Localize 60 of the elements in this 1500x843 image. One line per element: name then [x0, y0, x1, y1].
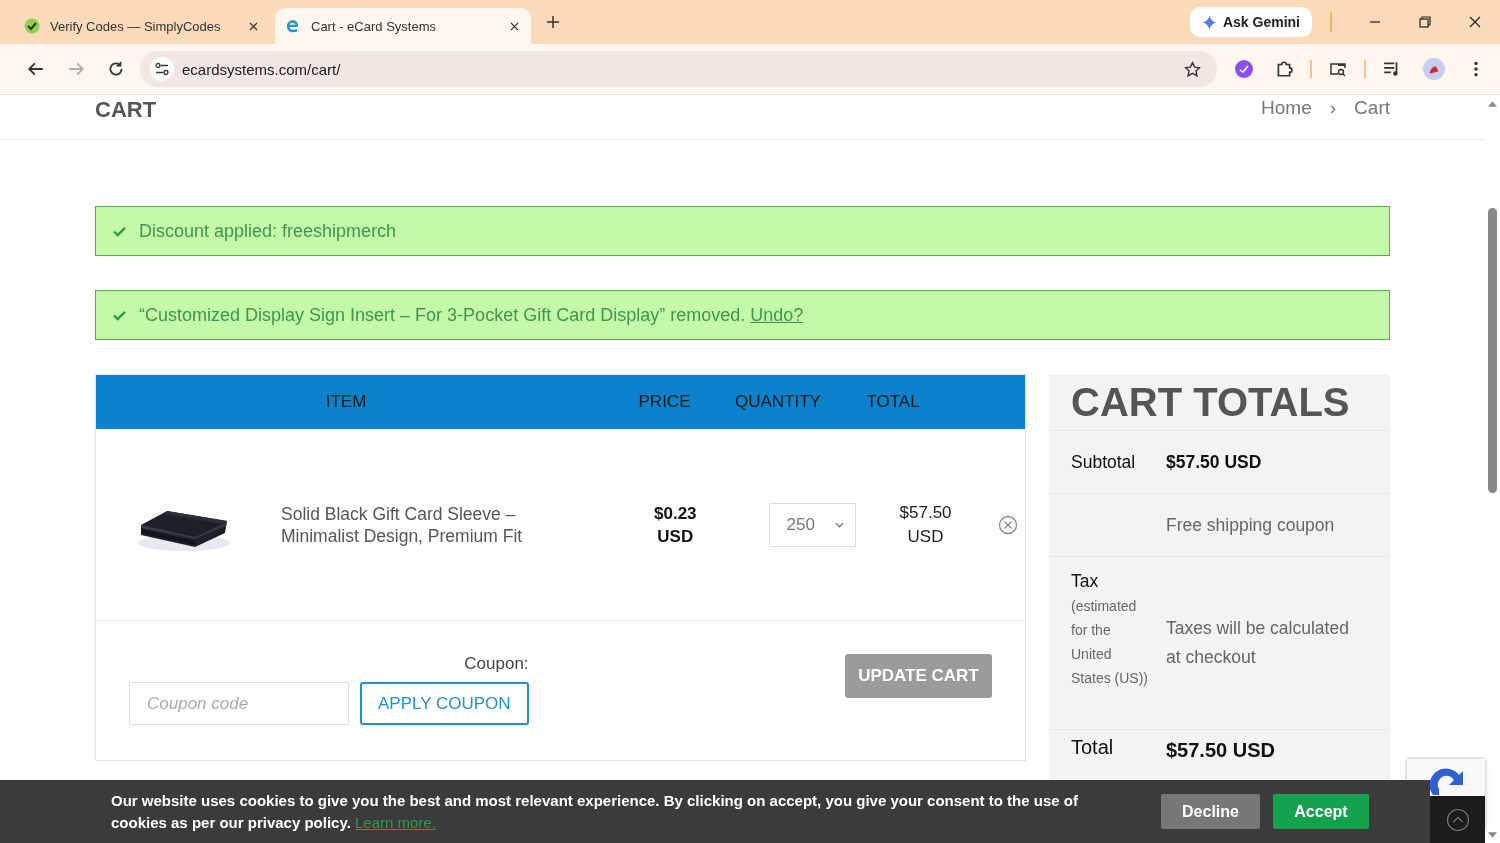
tab-search-icon[interactable]	[1329, 60, 1347, 78]
unit-price: $0.23 USD	[654, 502, 697, 548]
address-bar[interactable]: ecardsystems.com/cart/	[140, 51, 1217, 87]
browser-tab[interactable]: Verify Codes — SimplyCodes	[14, 8, 270, 44]
browser-tab[interactable]: Cart - eCard Systems	[275, 8, 531, 44]
scroll-to-top-icon[interactable]	[1445, 807, 1470, 832]
totals-title: CART TOTALS	[1049, 374, 1390, 431]
back-icon[interactable]	[27, 60, 45, 78]
column-header: PRICE	[637, 392, 692, 412]
breadcrumb-separator: ›	[1329, 97, 1337, 120]
ask-gemini-button[interactable]: Ask Gemini	[1189, 7, 1312, 37]
scroll-thumb[interactable]	[1488, 208, 1497, 493]
breadcrumb-link[interactable]: Home	[1261, 97, 1312, 125]
cookie-message: Our website uses cookies to give you the best and most relevant experience. By clicking on accept, you give your consent to the use of cookies as per our privacy policy. Learn more.	[111, 790, 1079, 833]
totals-value: Taxes will be calculated at checkout	[1166, 617, 1350, 669]
quantity-select[interactable]: 250	[768, 502, 856, 547]
site-settings-icon[interactable]	[150, 57, 174, 81]
reload-icon[interactable]	[107, 60, 125, 78]
restore-icon[interactable]	[1419, 16, 1431, 28]
undo-link[interactable]: Undo?	[750, 304, 804, 326]
column-header: QUANTITY	[734, 392, 822, 412]
coupon-label: Coupon:	[464, 654, 529, 674]
check-logo-icon	[24, 18, 40, 34]
bookmark-star-icon[interactable]	[1184, 60, 1201, 78]
column-header: TOTAL	[865, 392, 921, 412]
totals-value: $57.50 USD	[1166, 738, 1275, 763]
page-title: CART	[95, 97, 157, 124]
decline-button[interactable]: Decline	[1161, 794, 1260, 829]
notice-text: “Customized Display Sign Insert – For 3-Pocket Gift Card Display” removed.	[139, 304, 746, 326]
column-header: ITEM	[324, 392, 368, 412]
close-icon[interactable]	[510, 21, 519, 31]
sparkle-icon	[1201, 14, 1217, 30]
close-icon[interactable]	[1469, 16, 1481, 28]
totals-label: Tax	[1071, 571, 1100, 592]
puzzle-icon[interactable]	[1275, 60, 1293, 78]
product-name[interactable]: Solid Black Gift Card Sleeve – Minimalist Design, Premium Fit	[281, 502, 551, 547]
learn-more-link[interactable]: Learn more.	[355, 813, 436, 831]
apply-coupon-button[interactable]: APPLY COUPON	[360, 682, 529, 725]
notice-text: Discount applied: freeshipmerch	[139, 220, 397, 242]
totals-value: Free shipping coupon	[1166, 513, 1335, 537]
new-tab-icon[interactable]	[547, 16, 559, 28]
caret-icon	[834, 521, 844, 528]
checkmark-icon	[113, 309, 126, 321]
scroll-up-icon[interactable]	[1488, 101, 1497, 107]
checkmark-icon	[113, 225, 126, 237]
breadcrumb-current: Cart	[1354, 97, 1390, 120]
close-icon[interactable]	[249, 21, 258, 31]
line-total: $57.50 USD	[899, 501, 952, 548]
media-queue-icon[interactable]	[1383, 60, 1401, 78]
coupon-field[interactable]: Coupon code	[129, 682, 349, 725]
remove-icon[interactable]	[997, 514, 1018, 535]
totals-label: Total	[1071, 736, 1115, 759]
totals-value: $57.50 USD	[1166, 450, 1262, 474]
tax-note: (estimated for the United States (US))	[1071, 597, 1149, 688]
scroll-down-icon[interactable]	[1488, 832, 1497, 838]
letter-e-logo-icon	[285, 18, 301, 34]
accept-button[interactable]: Accept	[1273, 794, 1369, 829]
extension-icon[interactable]	[1235, 60, 1253, 78]
profile-avatar-icon[interactable]	[1423, 58, 1445, 80]
totals-label: Subtotal	[1071, 451, 1137, 473]
